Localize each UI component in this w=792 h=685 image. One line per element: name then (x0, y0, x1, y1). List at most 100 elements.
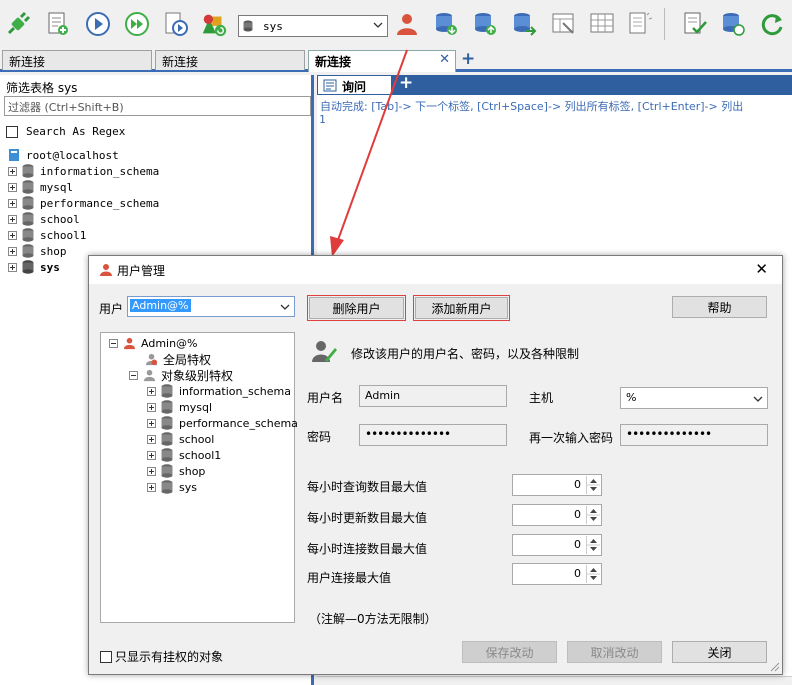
username-input[interactable]: Admin (359, 385, 507, 407)
limit-note: （注解—0方法无限制） (309, 612, 437, 626)
max-updates-stepper[interactable]: 0 (512, 504, 602, 526)
check-document-icon[interactable] (681, 8, 709, 40)
shapes-refresh-icon[interactable] (200, 8, 228, 40)
user-icon (123, 337, 136, 349)
expand-icon[interactable] (147, 482, 156, 492)
refresh-database-icon[interactable] (719, 8, 747, 40)
help-label: 帮助 (707, 300, 732, 315)
delete-user-label: 删除用户 (332, 301, 381, 316)
tree-object-privileges[interactable]: 对象级别特权 (129, 367, 233, 383)
tree-db-mysql[interactable]: mysql (8, 179, 73, 195)
filter-input[interactable]: 过滤器 (Ctrl+Shift+B) (4, 96, 311, 116)
expand-icon[interactable] (147, 434, 156, 444)
max-queries-stepper[interactable]: 0 (512, 474, 602, 496)
table-grid-icon[interactable] (588, 8, 616, 40)
expand-icon[interactable] (8, 246, 17, 256)
max-connections-stepper[interactable]: 0 (512, 534, 602, 556)
tree-user-node[interactable]: Admin@% (109, 335, 198, 351)
database-icon (161, 432, 173, 446)
backup-database-icon[interactable] (432, 8, 460, 40)
regex-label: Search As Regex (26, 125, 126, 138)
tree-priv-db[interactable]: school (147, 431, 214, 447)
tree-db-sys[interactable]: sys (8, 259, 60, 275)
tree-db-performance-schema[interactable]: performance_schema (8, 195, 159, 211)
add-tab-icon[interactable]: + (461, 49, 475, 69)
tab-label: 新连接 (162, 55, 199, 69)
expand-icon[interactable] (147, 402, 156, 412)
tab-connection-1[interactable]: 新连接 (2, 50, 152, 70)
collapse-icon[interactable] (129, 370, 138, 380)
import-data-icon[interactable] (626, 8, 654, 40)
close-label: 关闭 (707, 645, 732, 660)
sync-database-icon[interactable] (510, 8, 538, 40)
tree-db-school[interactable]: school (8, 211, 80, 227)
tab-connection-2[interactable]: 新连接 (155, 50, 305, 70)
tree-db-shop[interactable]: shop (8, 243, 67, 259)
execute-icon[interactable] (84, 8, 112, 40)
tree-priv-db[interactable]: performance_schema (147, 415, 298, 431)
tree-priv-db[interactable]: shop (147, 463, 205, 479)
tree-db-information-schema[interactable]: information_schema (8, 163, 159, 179)
schema-designer-icon[interactable] (550, 8, 578, 40)
expand-icon[interactable] (8, 214, 17, 224)
show-privileged-checkbox[interactable] (100, 650, 112, 663)
expand-icon[interactable] (8, 230, 17, 240)
expand-icon[interactable] (147, 386, 156, 396)
host-select[interactable]: % (620, 387, 768, 409)
server-icon (9, 149, 19, 161)
stepper-arrows-icon[interactable] (586, 506, 600, 524)
save-label: 保存改动 (485, 645, 534, 660)
close-icon[interactable]: ✕ (755, 260, 768, 278)
expand-icon[interactable] (8, 166, 17, 176)
stepper-arrows-icon[interactable] (586, 476, 600, 494)
query-tab[interactable]: 询问 (317, 75, 392, 95)
db-label: information_schema (40, 164, 160, 178)
close-button[interactable]: 关闭 (672, 641, 767, 663)
add-user-button[interactable]: 添加新用户 (413, 295, 510, 321)
tab-connection-3[interactable]: 新连接 ✕ (308, 50, 456, 72)
tree-priv-db[interactable]: information_schema (147, 383, 291, 399)
execute-all-icon[interactable] (123, 8, 151, 40)
expand-icon[interactable] (8, 262, 17, 272)
db-label: sys (179, 480, 197, 494)
tree-priv-db[interactable]: sys (147, 479, 197, 495)
regex-checkbox[interactable] (6, 125, 18, 138)
tree-priv-db[interactable]: mysql (147, 399, 212, 415)
password-input[interactable]: •••••••••••••• (359, 424, 507, 446)
database-icon (22, 244, 34, 258)
expand-icon[interactable] (8, 182, 17, 192)
tree-priv-db[interactable]: school1 (147, 447, 221, 463)
delete-user-button[interactable]: 删除用户 (307, 295, 406, 321)
max-user-connections-stepper[interactable]: 0 (512, 563, 602, 585)
user-manager-icon[interactable] (393, 8, 421, 40)
stepper-arrows-icon[interactable] (586, 536, 600, 554)
user-select[interactable]: Admin@% (127, 296, 295, 317)
connection-tab-bar: 新连接 新连接 新连接 ✕ + (0, 48, 792, 72)
collapse-icon[interactable] (109, 338, 118, 348)
close-tab-icon[interactable]: ✕ (439, 52, 450, 67)
connect-plug-icon[interactable] (4, 8, 32, 40)
expand-icon[interactable] (147, 450, 156, 460)
restore-database-icon[interactable] (471, 8, 499, 40)
expand-icon[interactable] (8, 198, 17, 208)
password-again-input[interactable]: •••••••••••••• (620, 424, 768, 446)
show-privileged-checkbox-row[interactable]: 只显示有挂权的对象 (100, 648, 223, 665)
regex-checkbox-row[interactable]: Search As Regex (6, 125, 125, 138)
database-select[interactable]: sys (238, 15, 388, 37)
refresh-icon[interactable] (758, 8, 786, 40)
info-text: 修改该用户的用户名、密码，以及各种限制 (351, 347, 580, 361)
stepper-arrows-icon[interactable] (586, 565, 600, 583)
username-label: 用户名 (307, 391, 344, 405)
tree-db-school1[interactable]: school1 (8, 227, 86, 243)
expand-icon[interactable] (147, 418, 156, 428)
tree-global-privileges[interactable]: 全局特权 (145, 351, 211, 367)
expand-icon[interactable] (147, 466, 156, 476)
new-query-icon[interactable] (44, 8, 72, 40)
root-connection-node[interactable]: root@localhost (8, 147, 119, 163)
add-query-tab-icon[interactable]: + (399, 73, 413, 93)
execute-edit-icon[interactable] (162, 8, 190, 40)
help-button[interactable]: 帮助 (672, 296, 767, 318)
resize-grip-icon[interactable] (768, 660, 780, 672)
cancel-changes-button[interactable]: 取消改动 (567, 641, 662, 663)
save-changes-button[interactable]: 保存改动 (462, 641, 557, 663)
